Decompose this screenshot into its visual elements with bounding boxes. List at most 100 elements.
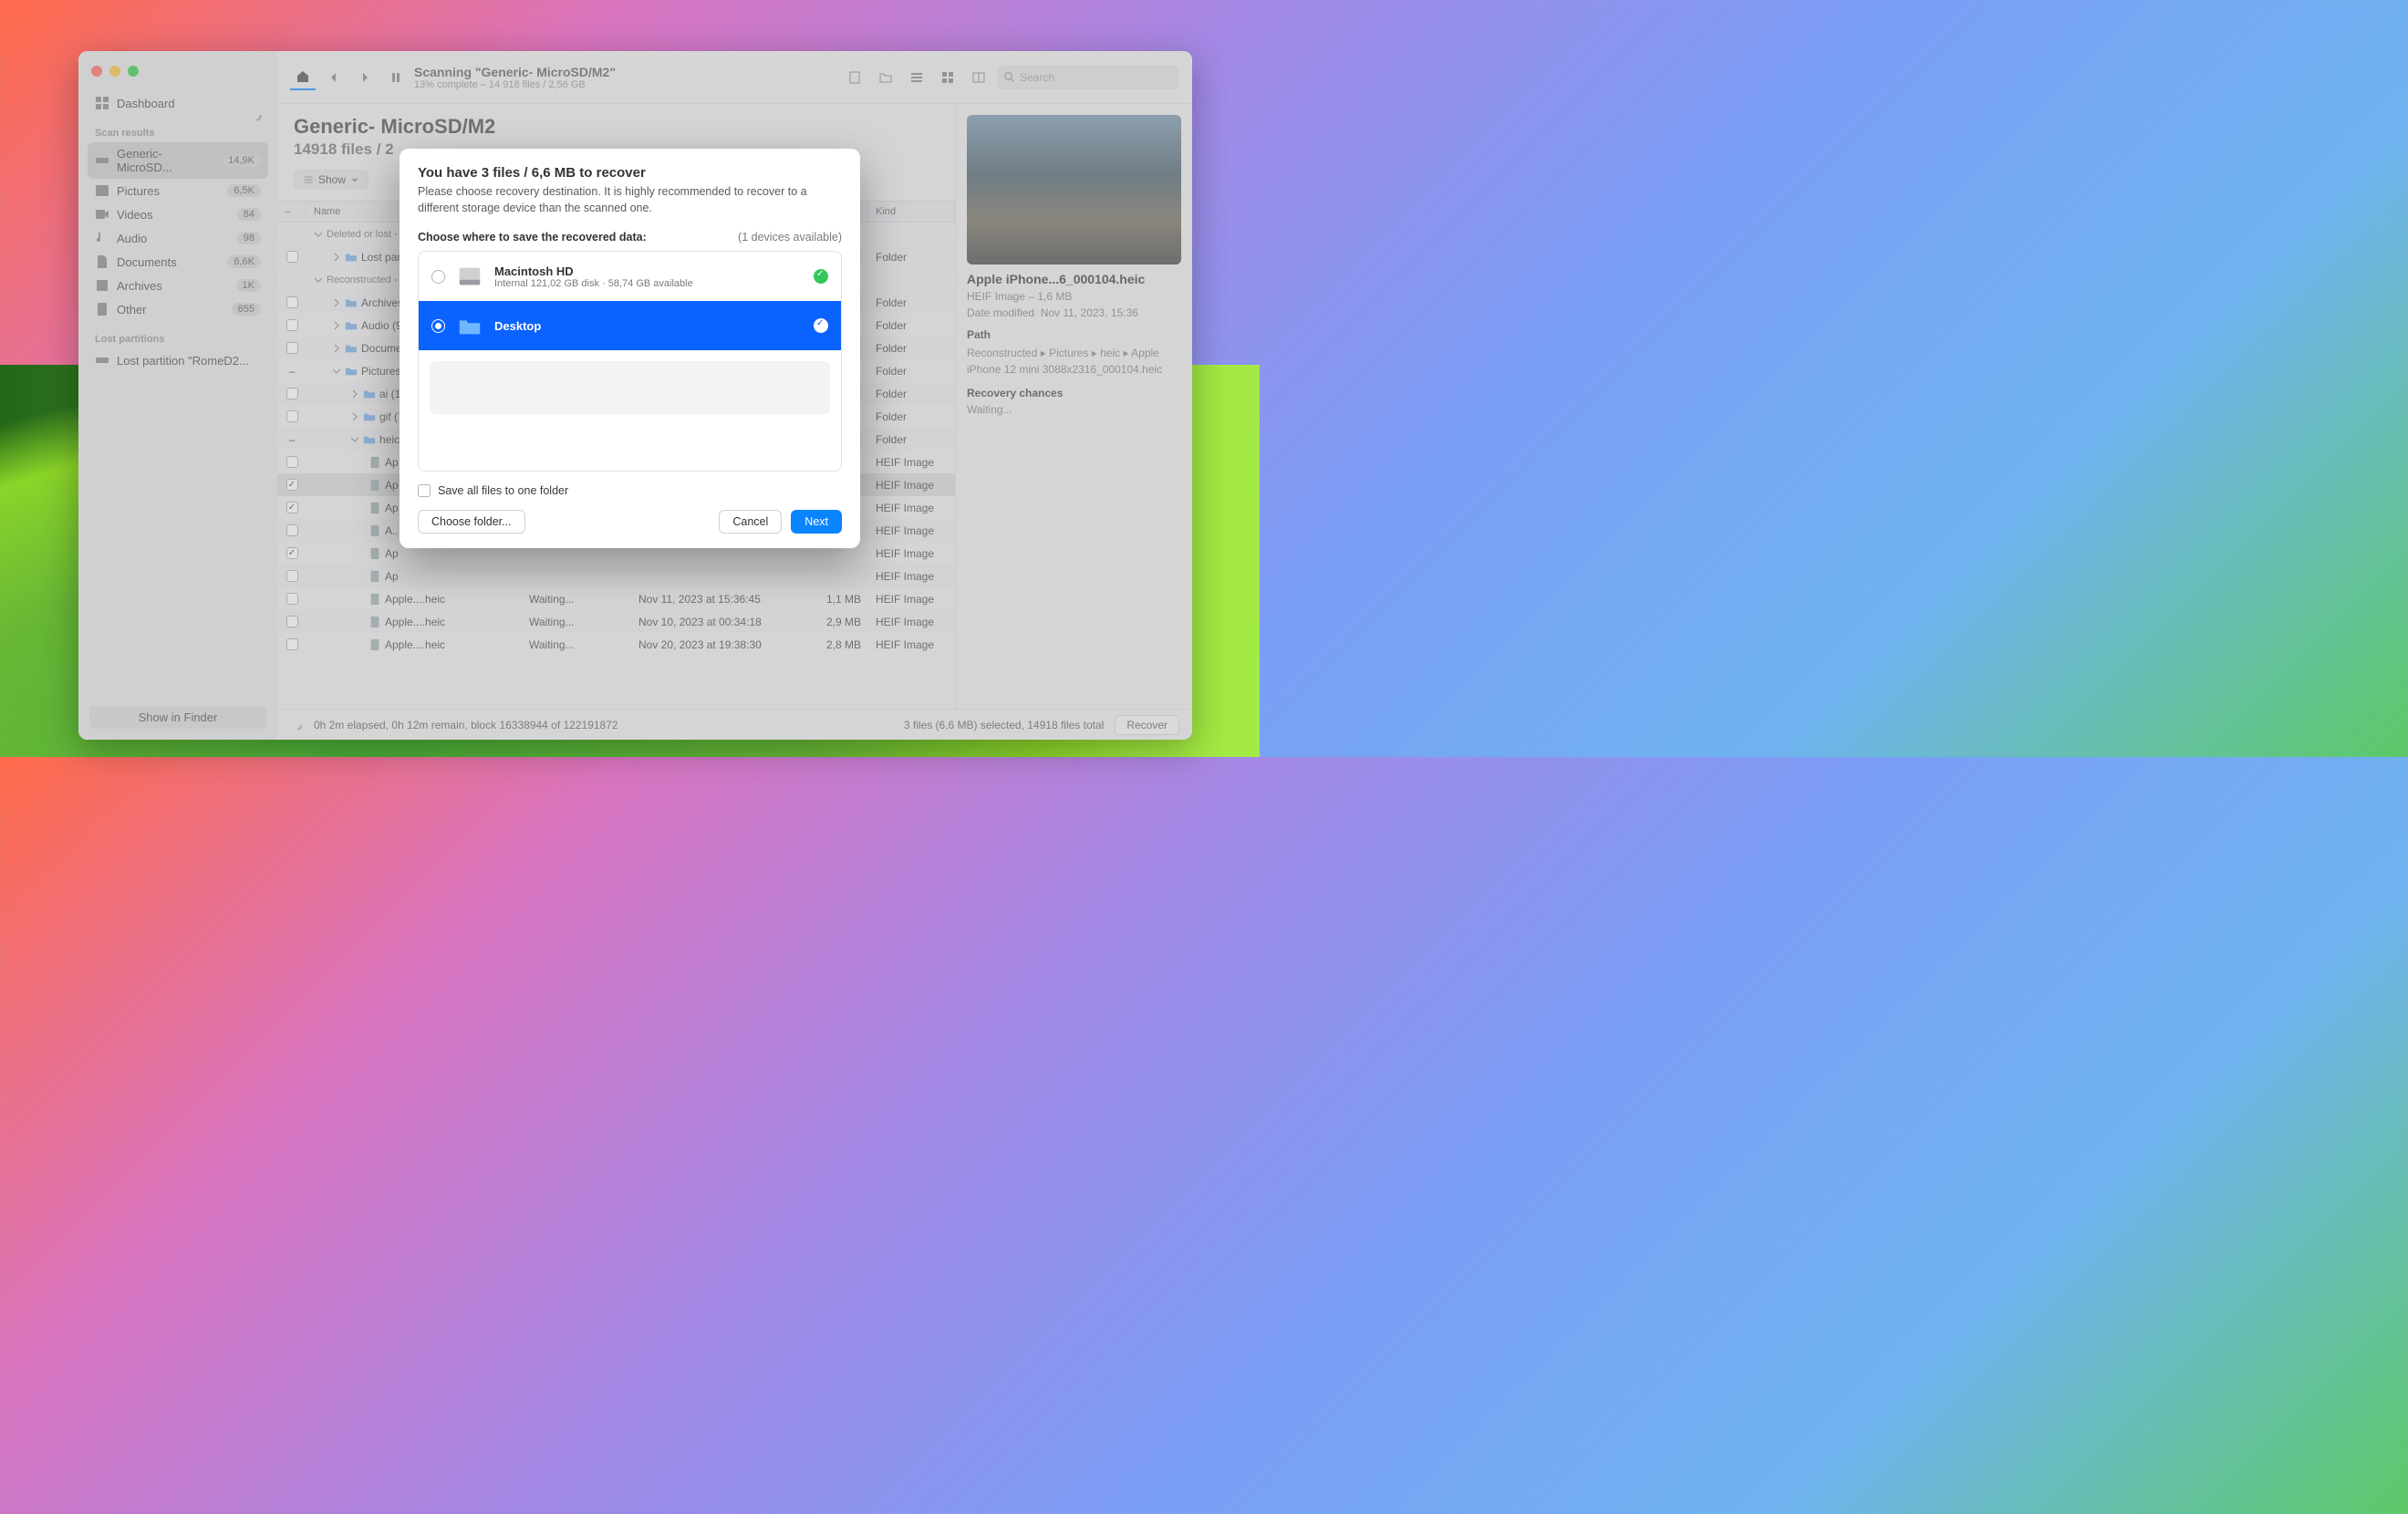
sidebar-label: Documents: [117, 255, 177, 269]
sidebar-item-audio[interactable]: Audio98: [88, 226, 268, 250]
window-controls: [88, 60, 268, 91]
file-icon: [95, 302, 109, 316]
minimize-icon[interactable]: [109, 66, 120, 77]
zoom-icon[interactable]: [128, 66, 139, 77]
recover-button[interactable]: Recover: [1115, 715, 1179, 735]
spinner-icon: [290, 719, 303, 731]
table-row[interactable]: Apple....heicWaiting...Nov 20, 2023 at 1…: [277, 633, 955, 656]
sidebar-label: Other: [117, 303, 147, 316]
video-icon: [95, 207, 109, 222]
file-icon: [368, 547, 381, 560]
sidebar-item-lost-partition[interactable]: Lost partition "RomeD2...: [88, 348, 268, 372]
inspector-panel: Apple iPhone...6_000104.heic HEIF Image …: [955, 104, 1192, 709]
col-checkbox[interactable]: –: [277, 202, 306, 222]
row-checkbox[interactable]: [286, 296, 298, 308]
sidebar-item-device[interactable]: Generic- MicroSD... 14,9K: [88, 142, 268, 179]
chevron-right-icon: [350, 412, 359, 421]
file-icon: [368, 479, 381, 492]
table-row[interactable]: Apple....heicWaiting...Nov 10, 2023 at 0…: [277, 610, 955, 633]
chevron-right-icon: [332, 298, 341, 307]
radio-button[interactable]: [431, 270, 445, 284]
destination-item-internal[interactable]: Macintosh HDInternal 121,02 GB disk · 58…: [419, 252, 841, 301]
pause-button[interactable]: [383, 65, 409, 90]
sidebar-item-other[interactable]: Other655: [88, 297, 268, 321]
view-folder-button[interactable]: [873, 65, 898, 90]
row-checkbox[interactable]: [286, 524, 298, 536]
row-checkbox[interactable]: [286, 570, 298, 582]
row-checkbox[interactable]: [286, 388, 298, 399]
scan-status: Scanning "Generic- MicroSD/M2" 13% compl…: [414, 65, 836, 90]
sidebar-item-archives[interactable]: Archives 1K: [88, 274, 268, 297]
check-icon: [814, 318, 828, 333]
drive-icon: [95, 353, 109, 368]
checkbox[interactable]: [418, 484, 431, 497]
cancel-button[interactable]: Cancel: [719, 510, 782, 534]
file-icon: [368, 593, 381, 606]
chevron-right-icon: [332, 253, 341, 262]
view-file-button[interactable]: [842, 65, 867, 90]
image-icon: [95, 183, 109, 198]
view-list-button[interactable]: [904, 65, 929, 90]
sidebar-section-scan: Scan results: [88, 115, 268, 142]
file-icon: [368, 502, 381, 514]
view-columns-button[interactable]: [966, 65, 991, 90]
close-icon[interactable]: [91, 66, 102, 77]
row-checkbox[interactable]: [286, 251, 298, 263]
show-in-finder-button[interactable]: Show in Finder: [89, 706, 266, 729]
chevron-down-icon: [314, 230, 323, 239]
sidebar-label: Pictures: [117, 184, 160, 198]
view-grid-button[interactable]: [935, 65, 960, 90]
recovery-destination-dialog: You have 3 files / 6,6 MB to recover Ple…: [400, 149, 860, 548]
table-row[interactable]: ApHEIF Image: [277, 565, 955, 587]
sidebar-badge: 1K: [236, 279, 261, 292]
toolbar: Scanning "Generic- MicroSD/M2" 13% compl…: [277, 51, 1192, 104]
chevron-down-icon: [350, 435, 359, 444]
music-icon: [95, 231, 109, 245]
inspector-path: Reconstructed ▸ Pictures ▸ heic ▸ Apple …: [967, 345, 1181, 378]
folder-icon: [345, 319, 358, 332]
row-checkbox[interactable]: [286, 319, 298, 331]
sidebar-item-pictures[interactable]: Pictures6,5K: [88, 179, 268, 202]
inspector-path-label: Path: [967, 328, 1181, 341]
row-checkbox[interactable]: [286, 456, 298, 468]
row-checkbox[interactable]: [286, 479, 298, 491]
back-button[interactable]: [321, 65, 347, 90]
choose-folder-button[interactable]: Choose folder...: [418, 510, 525, 534]
save-all-option[interactable]: Save all files to one folder: [418, 484, 842, 497]
folder-icon: [363, 410, 376, 423]
inspector-chances: Waiting...: [967, 403, 1181, 416]
forward-button[interactable]: [352, 65, 378, 90]
document-icon: [95, 254, 109, 269]
show-filter-button[interactable]: Show: [294, 170, 368, 190]
row-checkbox[interactable]: [286, 410, 298, 422]
search-input[interactable]: Search: [997, 66, 1179, 89]
destination-list: Macintosh HDInternal 121,02 GB disk · 58…: [418, 251, 842, 472]
sidebar-item-documents[interactable]: Documents 6,6K: [88, 250, 268, 274]
dialog-devices-count: (1 devices available): [738, 231, 842, 244]
row-checkbox[interactable]: [286, 638, 298, 650]
home-button[interactable]: [290, 65, 316, 90]
col-kind[interactable]: Kind: [868, 202, 955, 222]
chevron-down-icon: [314, 275, 323, 285]
sidebar-badge: 6,6K: [227, 255, 261, 268]
sidebar-item-videos[interactable]: Videos84: [88, 202, 268, 226]
destination-name: Macintosh HD: [494, 264, 693, 278]
sidebar-label: Archives: [117, 279, 162, 293]
row-checkbox[interactable]: [286, 502, 298, 513]
destination-item-desktop[interactable]: Desktop: [419, 301, 841, 350]
row-checkbox[interactable]: [286, 616, 298, 627]
table-row[interactable]: Apple....heicWaiting...Nov 11, 2023 at 1…: [277, 587, 955, 610]
grid-icon: [95, 96, 109, 110]
chevron-down-icon: [350, 175, 359, 184]
next-button[interactable]: Next: [791, 510, 842, 534]
radio-button[interactable]: [431, 319, 445, 333]
destination-sub: Internal 121,02 GB disk · 58,74 GB avail…: [494, 278, 693, 289]
archive-icon: [95, 278, 109, 293]
file-icon: [368, 456, 381, 469]
row-checkbox[interactable]: [286, 547, 298, 559]
inspector-meta: HEIF Image – 1,6 MB: [967, 290, 1181, 303]
sidebar-item-dashboard[interactable]: Dashboard: [88, 91, 268, 115]
folder-icon: [456, 312, 483, 339]
row-checkbox[interactable]: [286, 342, 298, 354]
row-checkbox[interactable]: [286, 593, 298, 605]
